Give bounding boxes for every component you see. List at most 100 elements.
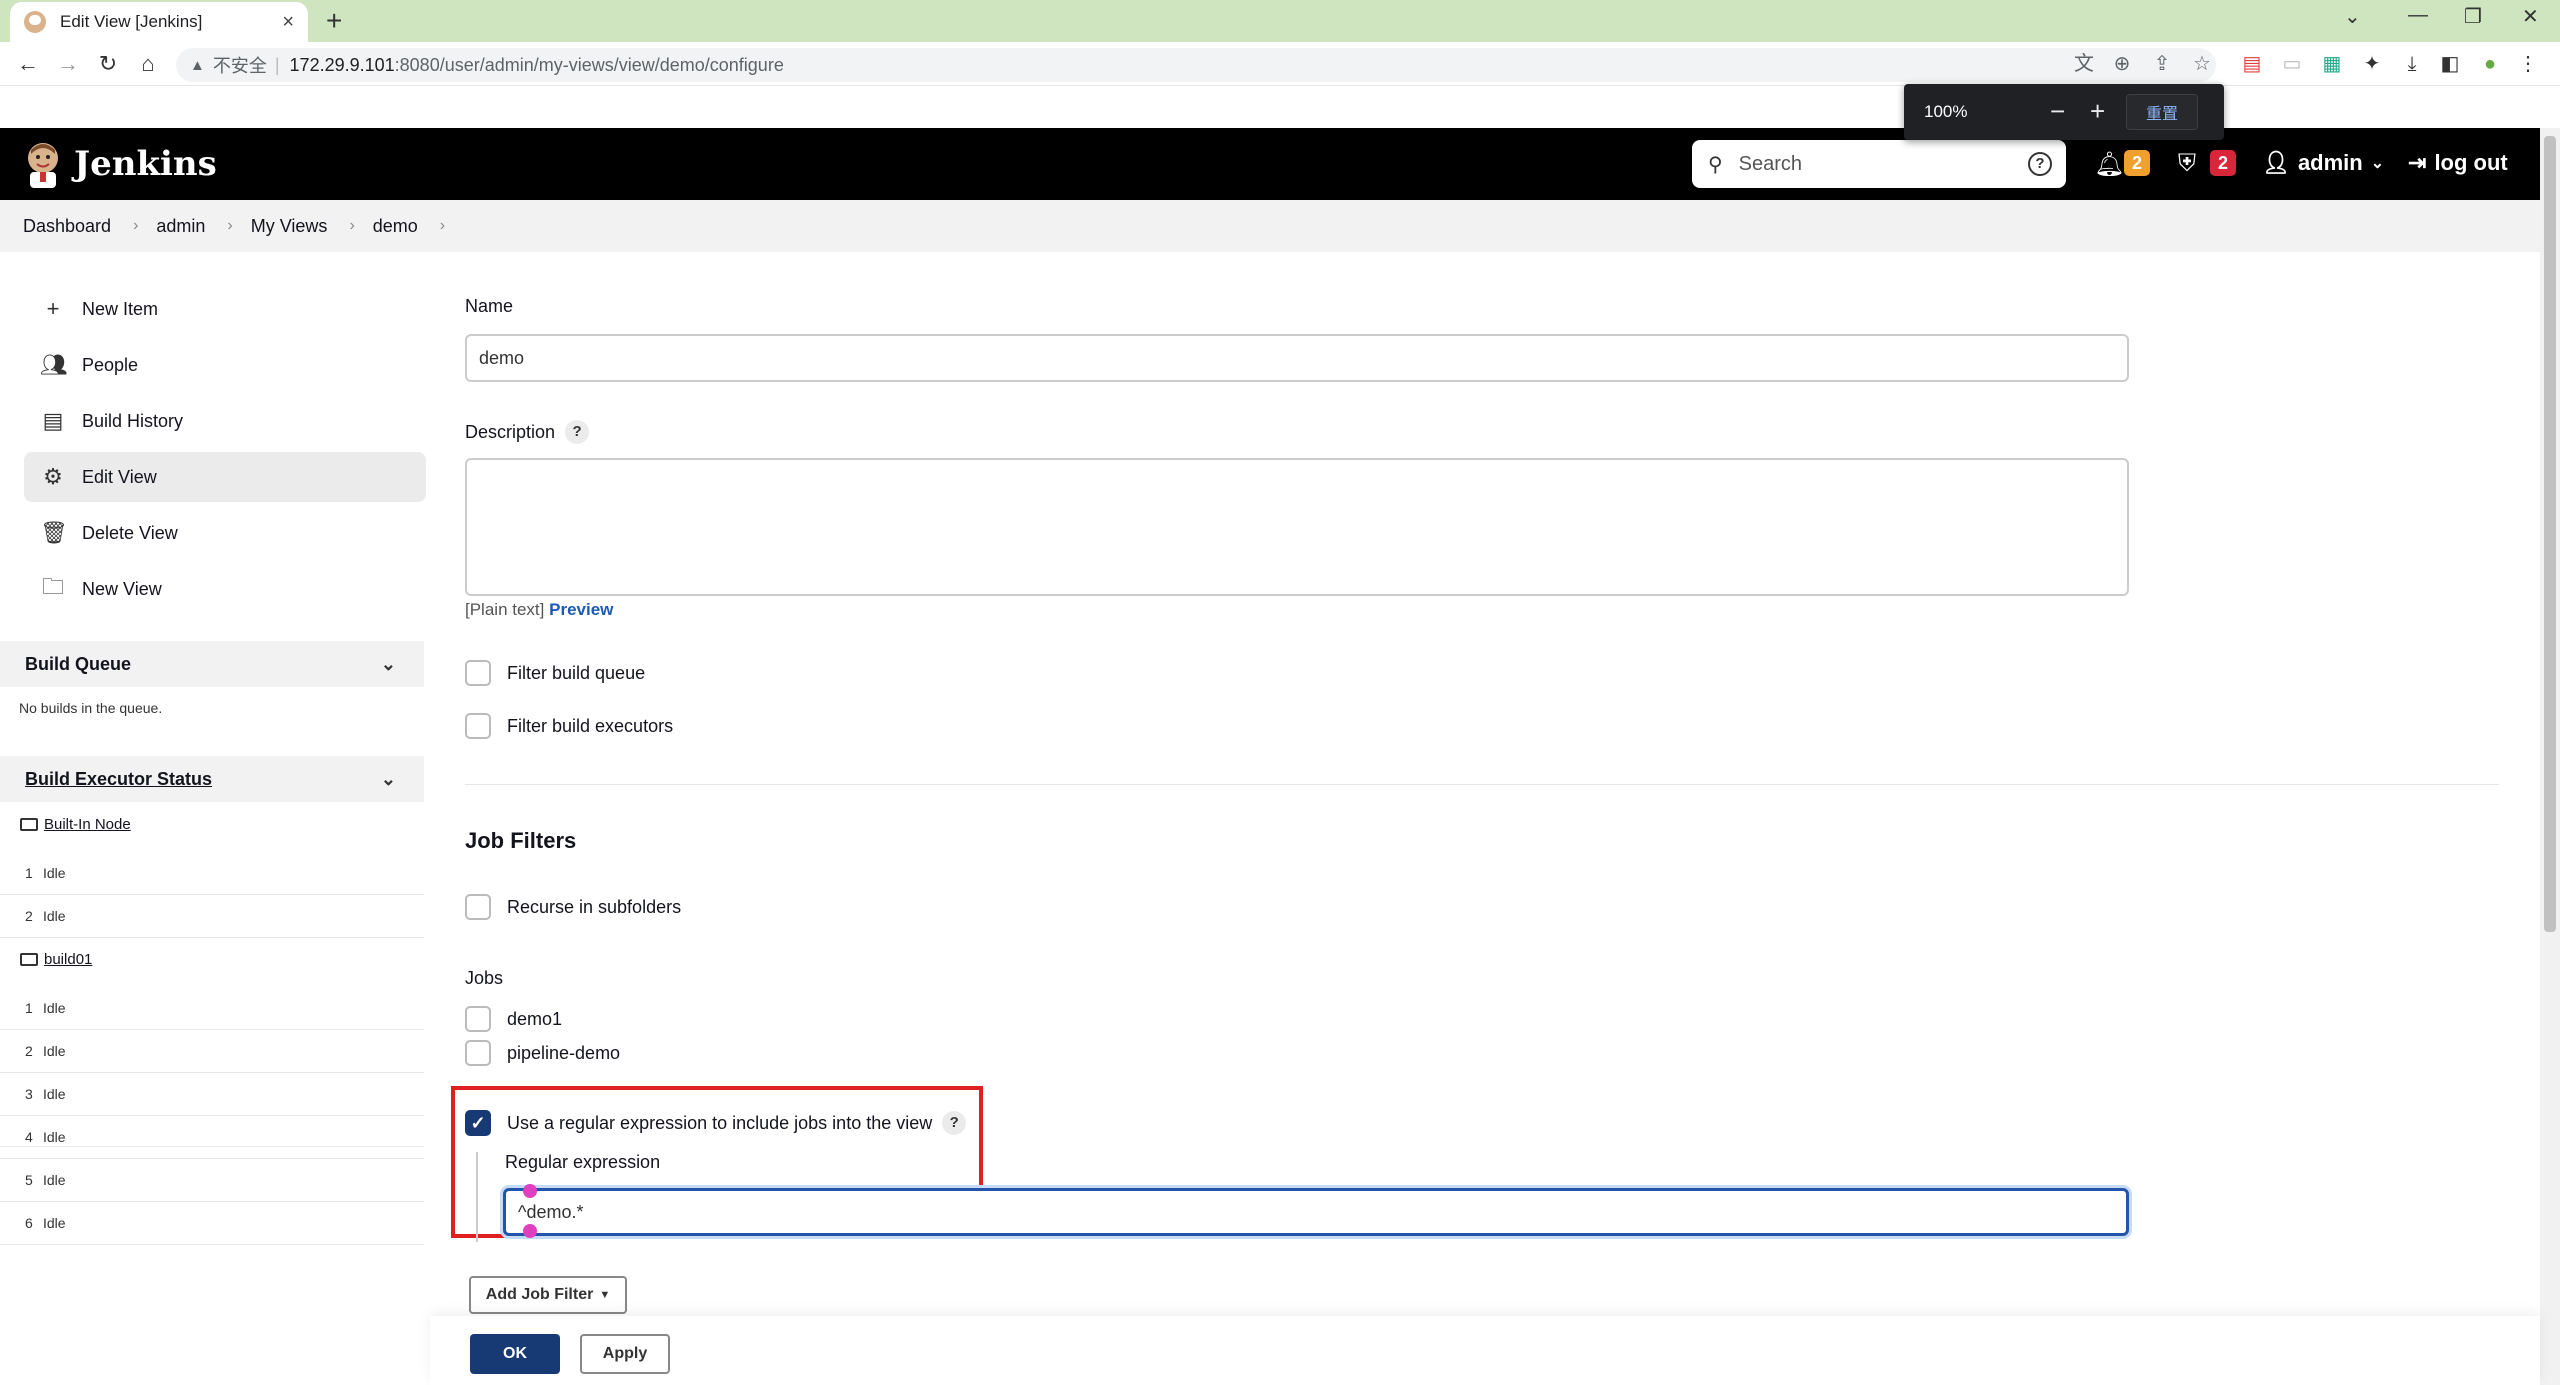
name-label: Name [465,296,514,316]
description-textarea[interactable] [465,458,2129,596]
regex-input[interactable]: ^demo.* [503,1188,2129,1236]
executor-row: 6 Idle [0,1202,424,1245]
text-cursor-handle [523,1184,537,1198]
checkbox-box[interactable] [465,713,491,739]
executor-state: Idle [43,1000,66,1016]
share-icon[interactable]: ⇪ [2150,52,2174,76]
new-tab-icon[interactable]: + [326,4,342,38]
checkbox-box[interactable] [465,660,491,686]
executor-row: 2 Idle [0,1030,424,1073]
jenkins-title[interactable]: Jenkins [74,144,217,184]
page-scrollbar[interactable] [2540,128,2560,1385]
executor-status-title[interactable]: Build Executor Status [25,769,212,790]
extensions-puzzle-icon[interactable]: ✦ [2360,52,2384,76]
search-icon: ⚲ [1708,153,1723,176]
zoom-out-icon[interactable]: − [2050,98,2065,124]
jenkins-logo-icon[interactable] [22,140,64,188]
home-icon[interactable]: ⌂ [132,48,164,80]
checkbox-box[interactable] [465,1006,491,1032]
name-input[interactable]: demo [465,334,2129,382]
name-value: demo [479,347,525,368]
breadcrumb-demo[interactable]: demo [373,216,418,237]
zoom-in-icon[interactable]: + [2090,98,2105,124]
sidebar-item-build-history[interactable]: ▤ Build History [24,396,426,446]
forward-icon[interactable]: → [52,48,84,80]
security-badge[interactable]: 2 [2210,150,2236,176]
chevron-down-icon[interactable]: ⌄ [381,654,396,675]
back-icon[interactable]: ← [12,48,44,80]
regex-checkbox[interactable]: ✓ Use a regular expression to include jo… [465,1110,967,1136]
translate-icon[interactable]: 文 [2072,52,2096,76]
extension-red-icon[interactable]: ▤ [2240,52,2264,76]
filter-build-executors-checkbox[interactable]: Filter build executors [465,713,673,739]
sidebar-item-new-view[interactable]: 🗀︎ New View [24,564,426,614]
reload-icon[interactable]: ↻ [92,48,124,80]
node-build01[interactable]: build01 [20,951,92,968]
job-checkbox-demo1[interactable]: demo1 [465,1006,562,1032]
chevron-down-icon[interactable]: ⌄ [381,769,396,790]
notifications-badge[interactable]: 2 [2124,150,2150,176]
zoom-reset-button[interactable]: 重置 [2126,94,2198,130]
node-name: build01 [44,951,93,968]
checkbox-box[interactable] [465,1040,491,1066]
search-box[interactable]: ⚲ Search ? [1692,140,2066,188]
sidebar-item-delete-view[interactable]: 🗑︎ Delete View [24,508,426,558]
executor-number: 2 [25,908,33,924]
executor-status-header[interactable]: Build Executor Status ⌄ [0,756,424,802]
browser-tab[interactable]: Edit View [Jenkins] × [10,2,308,42]
address-bar[interactable]: ▲ 不安全 | 172.29.9.101 :8080/user/admin/my… [176,48,2216,82]
sidebar-item-people[interactable]: 👥︎ People [24,340,426,390]
browser-menu-icon[interactable]: ⋮ [2516,52,2540,76]
sidebar-item-edit-view[interactable]: ⚙ Edit View [24,452,426,502]
close-tab-icon[interactable]: × [282,11,294,34]
logout-link[interactable]: ⇥ log out [2408,150,2508,176]
add-job-filter-button[interactable]: Add Job Filter ▼ [469,1276,627,1314]
profile-avatar-icon[interactable]: ● [2478,52,2502,76]
recurse-subfolders-checkbox[interactable]: Recurse in subfolders [465,894,681,920]
help-icon[interactable]: ? [942,1111,967,1135]
user-icon: 👤︎ [2262,150,2290,175]
jenkins-favicon-icon [24,11,46,33]
search-help-icon[interactable]: ? [2028,152,2052,176]
scrollbar-thumb[interactable] [2544,136,2556,932]
tab-title: Edit View [Jenkins] [60,12,203,31]
side-panel-icon[interactable]: ◧ [2438,52,2462,76]
breadcrumb: Dashboard › admin › My Views › demo › [0,200,2540,252]
extension-gray-icon[interactable]: ▭ [2280,52,2304,76]
chevron-right-icon[interactable]: › [440,217,445,235]
executor-number: 3 [25,1086,33,1102]
bookmark-star-icon[interactable]: ☆ [2190,52,2214,76]
warning-icon: ▲ [190,56,205,74]
checkbox-box[interactable] [465,894,491,920]
zoom-icon[interactable]: ⊕ [2110,52,2134,76]
chevron-down-icon: ⌄ [2370,155,2385,172]
breadcrumb-dashboard[interactable]: Dashboard [23,216,111,237]
bell-icon[interactable]: 🔔︎ [2094,150,2124,179]
user-menu[interactable]: 👤︎ admin ⌄ [2262,150,2384,176]
breadcrumb-admin[interactable]: admin [156,216,205,237]
sidebar-item-label: New Item [82,298,159,319]
tab-search-icon[interactable]: ⌄ [2344,4,2361,29]
job-checkbox-pipeline-demo[interactable]: pipeline-demo [465,1040,620,1066]
shield-icon[interactable]: ⛨ [2178,150,2196,178]
preview-link[interactable]: Preview [549,600,613,619]
browser-tab-strip: Edit View [Jenkins] × + ⌄ — ❐ ✕ [0,0,2560,42]
breadcrumb-my-views[interactable]: My Views [251,216,328,237]
chevron-right-icon: › [349,217,355,234]
build-queue-header[interactable]: Build Queue ⌄ [0,641,424,687]
sidebar-item-new-item[interactable]: + New Item [24,284,426,334]
extension-green-icon[interactable]: ▦ [2320,52,2344,76]
filter-build-queue-checkbox[interactable]: Filter build queue [465,660,645,686]
caret-down-icon: ▼ [599,1289,611,1301]
help-icon[interactable]: ? [565,420,590,444]
checkmark-icon[interactable]: ✓ [465,1110,491,1136]
minimize-icon[interactable]: — [2408,4,2428,27]
button-label: Add Job Filter [485,1286,594,1303]
download-icon[interactable]: ⤓ [2400,52,2424,76]
close-window-icon[interactable]: ✕ [2522,4,2539,29]
restore-icon[interactable]: ❐ [2464,4,2482,29]
computer-icon [20,818,38,831]
ok-button[interactable]: OK [470,1334,560,1374]
apply-button[interactable]: Apply [580,1334,670,1374]
node-built-in[interactable]: Built-In Node [20,816,131,833]
